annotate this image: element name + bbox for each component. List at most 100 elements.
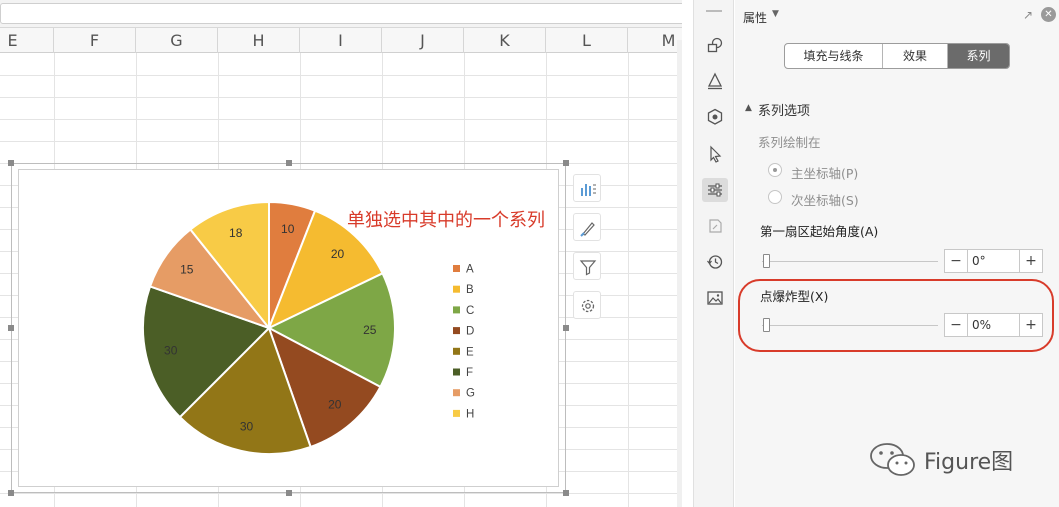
transform-icon xyxy=(709,219,722,233)
resize-handle[interactable] xyxy=(563,325,569,331)
legend-swatch-c[interactable] xyxy=(453,306,460,314)
tab-series[interactable]: 系列 xyxy=(948,44,1009,68)
column-header-g[interactable]: G xyxy=(136,28,218,53)
rail-styles-button[interactable] xyxy=(702,69,728,93)
resize-handle[interactable] xyxy=(8,490,14,496)
rail-history-button[interactable] xyxy=(702,250,728,274)
grid-row-line xyxy=(0,97,682,98)
shapes-icon xyxy=(707,37,723,53)
data-label-f[interactable]: 30 xyxy=(164,343,178,357)
image-icon xyxy=(707,291,723,305)
close-icon[interactable]: ✕ xyxy=(1041,7,1056,22)
panel-tabs: 填充与线条 效果 系列 xyxy=(784,43,1010,69)
rail-select-button[interactable] xyxy=(702,142,728,166)
data-label-g[interactable]: 15 xyxy=(180,263,194,277)
styles-icon xyxy=(707,72,723,90)
grid-row-line xyxy=(0,75,682,76)
legend-swatch-b[interactable] xyxy=(453,285,460,293)
legend-swatch-f[interactable] xyxy=(453,368,460,376)
column-header-m[interactable]: M xyxy=(628,28,682,53)
formula-input[interactable] xyxy=(0,3,682,24)
legend-label-c[interactable]: C xyxy=(466,305,474,317)
secondary-axis-label[interactable]: 次坐标轴(S) xyxy=(791,190,859,209)
column-headers: EFGHIJKLM xyxy=(0,28,682,53)
watermark-text: Figure图 xyxy=(924,450,1014,475)
select-icon xyxy=(710,145,722,163)
rail-grip xyxy=(706,10,722,12)
column-header-h[interactable]: H xyxy=(218,28,300,53)
legend-label-f[interactable]: F xyxy=(466,367,473,379)
legend-label-h[interactable]: H xyxy=(466,408,474,420)
column-header-j[interactable]: J xyxy=(382,28,464,53)
data-label-c[interactable]: 25 xyxy=(363,323,377,337)
resize-handle[interactable] xyxy=(563,160,569,166)
data-label-h[interactable]: 18 xyxy=(229,226,243,240)
highlight-ring-annotation xyxy=(738,279,1054,352)
resize-handle[interactable] xyxy=(563,490,569,496)
tab-effects[interactable]: 效果 xyxy=(883,44,948,68)
rail-effects-button[interactable] xyxy=(702,105,728,129)
rail-image-button[interactable] xyxy=(702,286,728,310)
wechat-icon xyxy=(870,443,915,476)
chart-elements-icon xyxy=(581,184,596,196)
column-header-i[interactable]: I xyxy=(300,28,382,53)
legend-swatch-a[interactable] xyxy=(453,265,460,272)
legend-swatch-d[interactable] xyxy=(453,327,460,335)
rail-properties-button[interactable] xyxy=(702,178,728,202)
legend-label-b[interactable]: B xyxy=(466,284,474,296)
vertical-scrollbar[interactable] xyxy=(677,40,682,507)
primary-axis-label[interactable]: 主坐标轴(P) xyxy=(791,163,858,182)
grid-row-line xyxy=(0,493,682,494)
resize-handle[interactable] xyxy=(285,160,292,166)
resize-handle[interactable] xyxy=(8,325,14,331)
formula-bar xyxy=(0,0,682,28)
angle-value-input[interactable]: 0° xyxy=(967,250,1020,272)
resize-handle[interactable] xyxy=(8,160,14,166)
rail-shapes-button[interactable] xyxy=(702,33,728,57)
legend-swatch-h[interactable] xyxy=(453,409,460,417)
tab-fill-and-line[interactable]: 填充与线条 xyxy=(785,44,883,68)
grid-row-line xyxy=(0,119,682,120)
column-header-e[interactable]: E xyxy=(0,28,54,53)
column-header-l[interactable]: L xyxy=(546,28,628,53)
column-header-f[interactable]: F xyxy=(54,28,136,53)
series-options-title[interactable]: 系列选项 xyxy=(758,100,810,119)
annotation-text: 单独选中其中的一个系列 xyxy=(347,210,545,231)
panel-title-dropdown-icon[interactable]: ▼ xyxy=(772,9,779,19)
legend-label-g[interactable]: G xyxy=(466,388,475,400)
first-slice-angle-stepper: − 0° + xyxy=(944,249,1043,273)
section-collapse-icon[interactable]: ▲ xyxy=(745,103,752,113)
legend-swatch-e[interactable] xyxy=(453,347,460,355)
first-slice-angle-slider[interactable] xyxy=(762,261,938,262)
grid-row-line xyxy=(0,141,682,142)
properties-icon xyxy=(708,183,722,197)
chart-filter-button[interactable] xyxy=(573,252,601,280)
panel-title[interactable]: 属性 xyxy=(743,9,767,26)
data-label-d[interactable]: 20 xyxy=(328,397,342,411)
side-icon-rail xyxy=(693,0,734,507)
rail-transform-button[interactable] xyxy=(702,214,728,238)
pin-icon[interactable]: ↗ xyxy=(1023,8,1033,22)
resize-handle[interactable] xyxy=(285,490,292,496)
legend-swatch-g[interactable] xyxy=(453,389,460,397)
legend-label-e[interactable]: E xyxy=(466,346,474,358)
legend-label-d[interactable]: D xyxy=(466,326,474,338)
data-label-b[interactable]: 20 xyxy=(331,247,345,261)
chart-style-button[interactable] xyxy=(573,213,601,241)
data-label-e[interactable]: 30 xyxy=(240,419,254,433)
legend-label-a[interactable]: A xyxy=(466,264,474,276)
chart-settings-button[interactable] xyxy=(573,291,601,319)
secondary-axis-radio[interactable] xyxy=(768,190,782,204)
angle-decrement-button[interactable]: − xyxy=(945,250,967,272)
properties-panel: 属性 ▼ ↗ ✕ 填充与线条 效果 系列 ▲ 系列选项 系列绘制在 主坐标轴(P… xyxy=(735,0,1059,507)
plot-series-on-label: 系列绘制在 xyxy=(758,135,821,150)
data-label-a[interactable]: 10 xyxy=(281,222,295,236)
chart-settings-icon xyxy=(581,299,595,313)
history-icon xyxy=(707,255,723,269)
column-header-k[interactable]: K xyxy=(464,28,546,53)
angle-increment-button[interactable]: + xyxy=(1020,250,1042,272)
chart-elements-button[interactable] xyxy=(573,174,601,202)
first-slice-angle-thumb[interactable] xyxy=(763,254,770,268)
spreadsheet-area[interactable]: EFGHIJKLM 10 20 25 20 30 30 15 18 A B C D E F G H 单独选中其… xyxy=(0,0,682,507)
primary-axis-radio[interactable] xyxy=(768,163,782,177)
